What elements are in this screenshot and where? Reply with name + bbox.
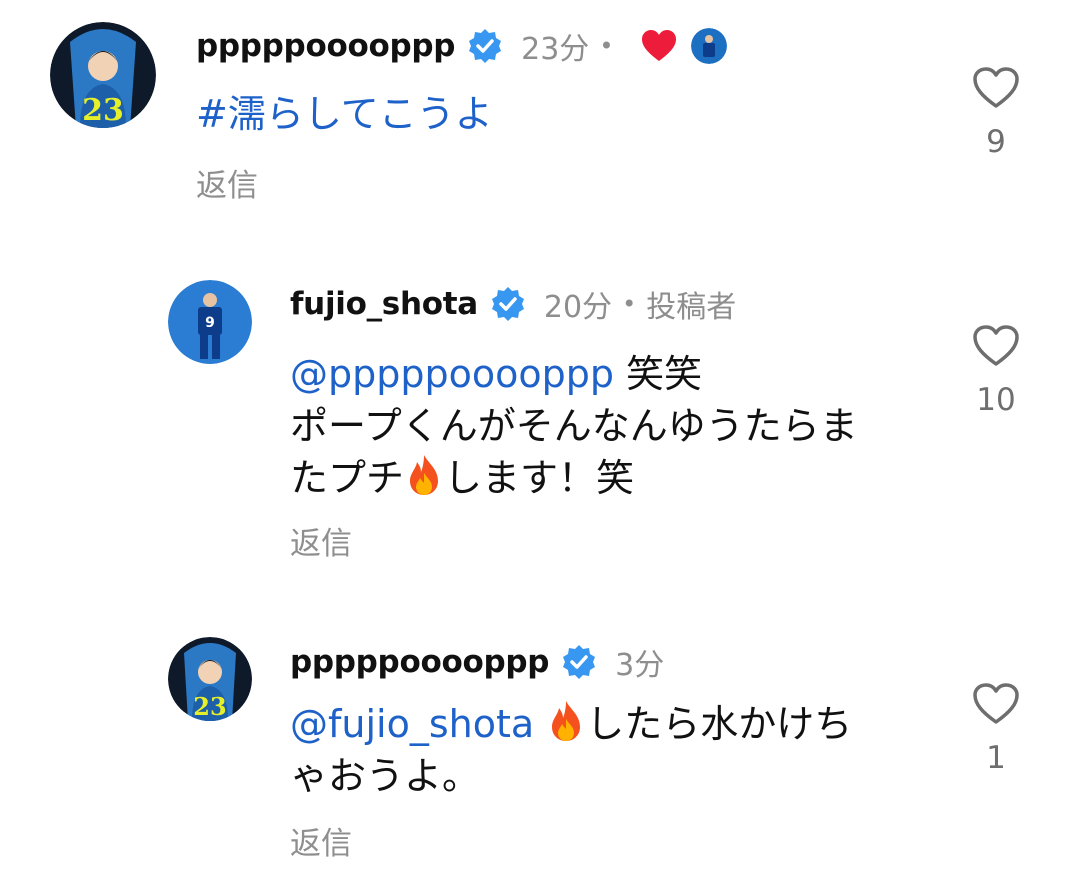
fire-emoji-icon xyxy=(404,453,444,497)
avatar[interactable]: 23 xyxy=(50,22,156,128)
reply-button[interactable]: 返信 xyxy=(290,518,352,563)
hashtag-link[interactable]: #濡らしてこうよ xyxy=(196,92,493,136)
like-count: 10 xyxy=(976,382,1016,418)
heart-outline-icon[interactable] xyxy=(972,682,1020,726)
timestamp: 20分 xyxy=(543,290,613,325)
text-segment: したら水かけち xyxy=(586,702,853,746)
verified-badge-icon xyxy=(561,644,597,680)
comment-meta: fujio_shota 20分 • 投稿者 xyxy=(290,282,736,326)
reply-button[interactable]: 返信 xyxy=(290,818,352,863)
like-button[interactable]: 9 xyxy=(966,66,1026,160)
avatar-number: 23 xyxy=(82,93,124,128)
author-label: 投稿者 xyxy=(646,290,737,325)
username[interactable]: fujio_shota xyxy=(290,286,478,322)
like-count: 1 xyxy=(986,740,1006,776)
comment-line-2: ポープくんがそんなんゆうたらま xyxy=(290,404,858,448)
comment-text: #濡らしてこうよ xyxy=(196,88,493,140)
comment-line-3: たプチ します！笑 xyxy=(290,452,858,504)
comment-meta: pppppooooppp 3分 xyxy=(290,640,664,684)
username[interactable]: pppppooooppp xyxy=(290,644,549,680)
text-segment: たプチ xyxy=(290,456,405,500)
comment-text: @pppppooooppp 笑笑 ポープくんがそんなんゆうたらま たプチ します… xyxy=(290,348,858,504)
heart-filled-icon xyxy=(641,29,677,63)
mention-link[interactable]: @pppppooooppp xyxy=(290,352,614,396)
timestamp: 3分 xyxy=(615,648,665,683)
mention-link[interactable]: @fujio_shota xyxy=(290,702,534,746)
comment-text: @fujio_shota したら水かけち ゃおうよ。 xyxy=(290,698,852,802)
verified-badge-icon xyxy=(490,286,526,322)
timestamp: 23分 xyxy=(521,32,590,67)
text-segment: 笑笑 xyxy=(613,352,703,396)
avatar-number: 23 xyxy=(193,692,226,721)
avatar[interactable]: 9 xyxy=(168,280,252,364)
reply-button[interactable]: 返信 xyxy=(196,160,258,205)
text-segment: します！笑 xyxy=(444,456,635,500)
heart-outline-icon[interactable] xyxy=(972,324,1020,368)
heart-outline-icon[interactable] xyxy=(972,66,1020,110)
comment-line-1: @pppppooooppp 笑笑 xyxy=(290,348,858,400)
avatar[interactable]: 23 xyxy=(168,637,252,721)
comment-meta: pppppooooppp 23分 • xyxy=(196,24,728,68)
username[interactable]: pppppooooppp xyxy=(196,28,455,64)
separator-dot: • xyxy=(622,290,637,318)
avatar-number: 9 xyxy=(205,315,215,331)
fire-emoji-icon xyxy=(546,699,586,743)
comment-line-2: ゃおうよ。 xyxy=(290,754,481,798)
verified-badge-icon xyxy=(467,28,503,64)
like-button[interactable]: 10 xyxy=(966,324,1026,418)
separator-dot: • xyxy=(599,32,614,60)
like-button[interactable]: 1 xyxy=(966,682,1026,776)
comment-line-1: @fujio_shota したら水かけち xyxy=(290,698,852,750)
like-count: 9 xyxy=(986,124,1006,160)
author-liked-avatar xyxy=(691,28,728,64)
